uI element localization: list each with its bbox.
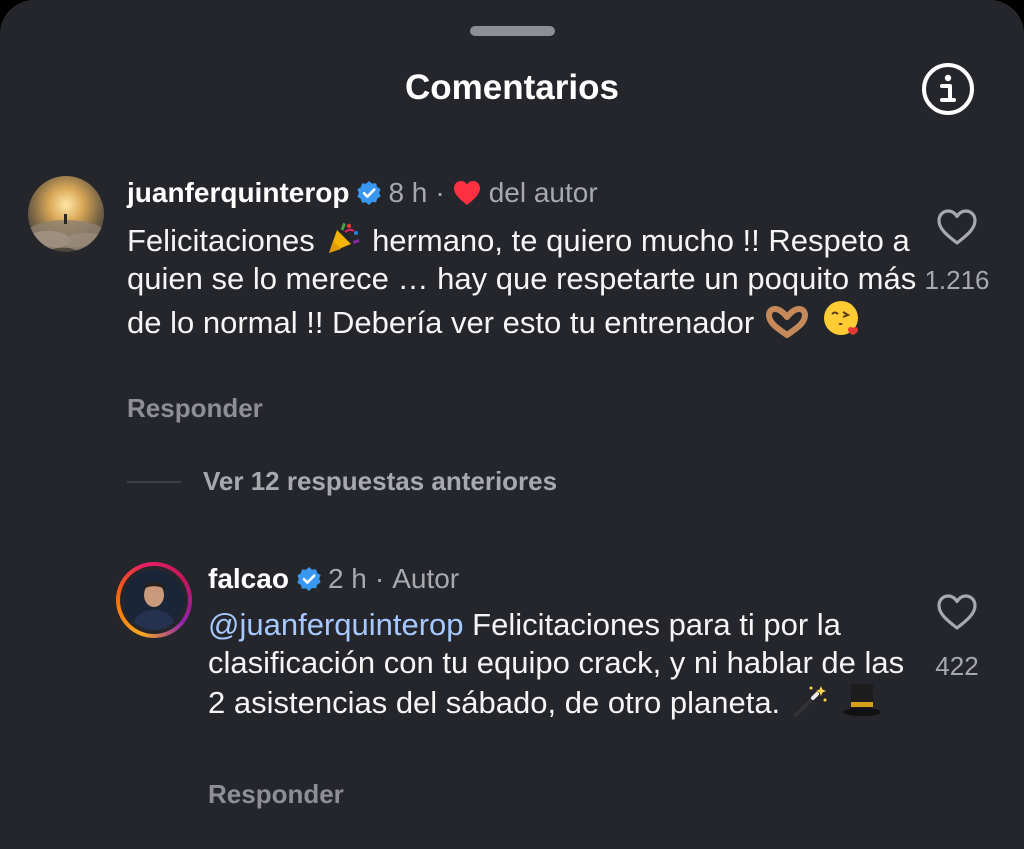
mention-link[interactable]: @juanferquinterop bbox=[208, 607, 464, 642]
info-icon[interactable] bbox=[921, 62, 975, 116]
story-ring[interactable] bbox=[116, 562, 192, 638]
heart-hands-icon bbox=[765, 306, 808, 338]
comment-text: @juanferquinterop Felicitaciones para ti… bbox=[208, 606, 908, 722]
top-hat-icon bbox=[843, 684, 882, 716]
avatar-falcao[interactable] bbox=[124, 570, 184, 630]
magic-wand-icon bbox=[793, 686, 827, 717]
verified-badge-icon bbox=[357, 181, 382, 205]
avatar-juanferquinterop[interactable] bbox=[28, 176, 104, 252]
separator-dot: · bbox=[374, 563, 385, 594]
view-replies-label: Ver 12 respuestas anteriores bbox=[203, 466, 558, 496]
story-ring-gap bbox=[120, 566, 188, 634]
reply-button[interactable]: Responder bbox=[208, 779, 344, 810]
page-title: Comentarios bbox=[405, 68, 619, 107]
view-previous-replies-button[interactable]: Ver 12 respuestas anteriores bbox=[127, 466, 557, 497]
like-count: 1.216 bbox=[924, 265, 990, 295]
author-label: Autor bbox=[392, 563, 460, 594]
drag-handle[interactable] bbox=[470, 26, 555, 36]
heart-outline-icon[interactable] bbox=[936, 208, 978, 246]
username[interactable]: falcao bbox=[208, 563, 289, 595]
comment-time: 2 h bbox=[327, 563, 367, 594]
author-liked-heart-icon bbox=[453, 181, 480, 205]
comment-time: 8 h bbox=[388, 177, 428, 208]
verified-badge-icon bbox=[297, 567, 321, 591]
like-count: 422 bbox=[935, 651, 979, 681]
separator-dot: · bbox=[435, 177, 445, 208]
party-popper-icon bbox=[329, 222, 360, 253]
heart-outline-icon[interactable] bbox=[936, 593, 978, 631]
avatar-image bbox=[28, 176, 104, 252]
author-like-label: del autor bbox=[488, 177, 598, 208]
avatar-image bbox=[124, 570, 184, 630]
comment-meta: falcao 2 h · Autor bbox=[208, 560, 459, 598]
divider-line bbox=[127, 480, 181, 483]
face-blowing-kiss-icon bbox=[823, 301, 858, 335]
username[interactable]: juanferquinterop bbox=[127, 177, 349, 209]
comment-text: Felicitaciones hermano, te quiero mucho … bbox=[127, 220, 917, 342]
comment-meta: juanferquinterop 8 h · del autor bbox=[127, 174, 598, 212]
comment-text-part: Felicitaciones bbox=[127, 223, 315, 258]
comments-sheet: Comentarios juanferquinterop 8 h · del a… bbox=[0, 0, 1024, 849]
reply-button[interactable]: Responder bbox=[127, 393, 263, 424]
